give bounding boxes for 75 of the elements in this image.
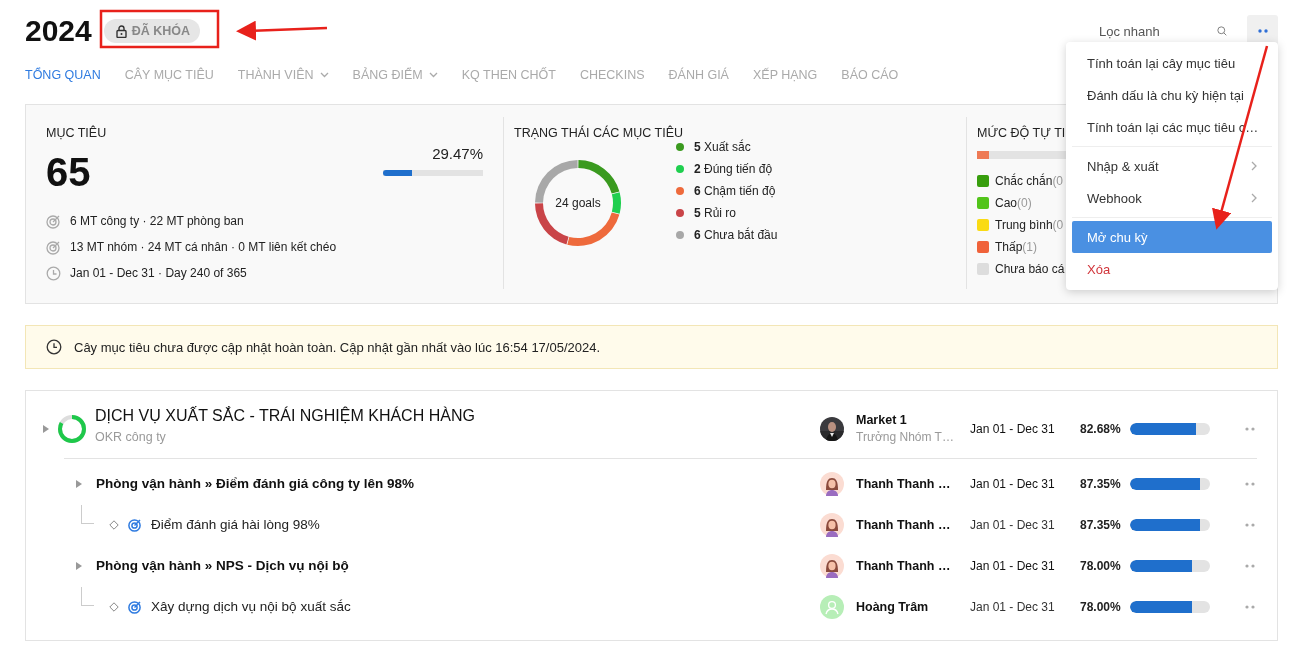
tree-connector — [81, 587, 94, 606]
owner-name: Thanh Thanh … — [856, 558, 951, 573]
objective-type: OKR công ty — [95, 430, 167, 444]
avatar-illustration — [820, 512, 844, 537]
expand-caret-icon[interactable] — [76, 479, 82, 488]
chevron-right-icon — [1251, 161, 1257, 171]
status-legend-text: 2 Đúng tiến độ — [694, 162, 773, 176]
key-result-title[interactable]: Xây dựng dịch vụ nội bộ xuất sắc — [151, 599, 351, 614]
objective-title[interactable]: Phòng vận hành » NPS - Dịch vụ nội bộ — [96, 558, 349, 573]
goal-count: 65 — [46, 150, 92, 195]
confidence-legend-text: Chắc chắn(0 — [995, 174, 1064, 188]
progress-percent: 78.00% — [1080, 558, 1122, 573]
key-result-title[interactable]: Điểm đánh giá hài lòng 98% — [151, 517, 320, 532]
progress-percent: 87.35% — [1080, 476, 1122, 491]
panel-title: MỤC TIÊU — [46, 126, 107, 140]
menu-item[interactable]: Nhập & xuất — [1072, 150, 1272, 182]
progress-percent: 29.47% — [431, 145, 483, 162]
nav-tab[interactable]: TỔNG QUAN — [25, 68, 101, 82]
avatar-placeholder — [820, 594, 844, 619]
lock-icon — [115, 24, 127, 38]
status-legend-text: 5 Rủi ro — [694, 206, 737, 220]
owner-role: Trưởng Nhóm T… — [856, 430, 954, 444]
avatar-illustration — [820, 553, 844, 578]
date-range: Jan 01 - Dec 31 — [970, 421, 1056, 436]
progress-percent: 87.35% — [1080, 517, 1122, 532]
donut-label: 24 goals — [555, 196, 601, 210]
progress-percent: 78.00% — [1080, 599, 1122, 614]
target-icon — [46, 239, 61, 255]
progress-percent: 82.68% — [1080, 421, 1122, 436]
expand-caret-icon[interactable] — [43, 424, 49, 433]
confidence-legend-text: Thấp(1) — [995, 240, 1038, 254]
objective-title[interactable]: DỊCH VỤ XUẤT SẮC - TRÁI NGHIỆM KHÁCH HÀNG — [95, 407, 475, 425]
diamond-icon — [109, 601, 119, 612]
panel-title: TRẠNG THÁI CÁC MỤC TIÊU — [514, 126, 683, 140]
status-legend-text: 6 Chưa bắt đầu — [694, 228, 778, 242]
target-icon — [128, 599, 142, 614]
search-field[interactable]: Lọc nhanh — [1097, 22, 1211, 40]
confidence-legend-text: Cao(0) — [995, 196, 1032, 210]
target-icon — [46, 213, 61, 229]
summary-line: 6 MT công ty · 22 MT phòng ban — [70, 214, 244, 228]
status-legend-text: 5 Xuất sắc — [694, 140, 751, 154]
date-range: Jan 01 - Dec 31 — [970, 558, 1056, 573]
chevron-right-icon — [1251, 193, 1257, 203]
confidence-legend-text: Trung bình(0 — [995, 218, 1064, 232]
expand-caret-icon[interactable] — [76, 561, 82, 570]
tree-connector — [81, 505, 94, 524]
owner-name: Market 1 — [856, 413, 908, 427]
date-range: Jan 01 - Dec 31 — [970, 599, 1056, 614]
status-legend-text: 6 Chậm tiến độ — [694, 184, 776, 198]
avatar-illustration — [820, 471, 844, 496]
menu-item[interactable]: Xóa — [1072, 253, 1272, 285]
target-icon — [128, 517, 142, 532]
page-title: 2024 — [25, 14, 92, 48]
menu-item[interactable]: Webhook — [1072, 182, 1272, 214]
menu-item[interactable]: Mở chu kỳ — [1072, 221, 1272, 253]
search-icon — [1217, 24, 1227, 38]
locked-badge: ĐÃ KHÓA — [103, 19, 201, 43]
date-range: Jan 01 - Dec 31 — [970, 476, 1056, 491]
menu-item[interactable]: Đánh dấu là chu kỳ hiện tại — [1072, 79, 1272, 111]
notice-text: Cây mục tiêu chưa được cập nhật hoàn toàn. Cập nhật gần nhất vào lúc 16:54 17/05/2024. — [74, 339, 601, 355]
confidence-legend-text: Chưa báo cá — [995, 262, 1065, 276]
objective-title[interactable]: Phòng vận hành » Điểm đánh giá công ty lên 98% — [96, 476, 415, 491]
date-range: Jan 01 - Dec 31 — [970, 517, 1056, 532]
clock-icon — [46, 339, 62, 355]
menu-item[interactable]: Tính toán lại cây mục tiêu — [1072, 47, 1272, 79]
panel-title: MỨC ĐỘ TỰ TI — [977, 126, 1066, 140]
clock-icon — [46, 265, 61, 281]
owner-name: Hoàng Trâm — [856, 599, 929, 614]
summary-line: 13 MT nhóm · 24 MT cá nhân · 0 MT liên kết chéo — [70, 240, 337, 254]
diamond-icon — [109, 519, 119, 530]
owner-name: Thanh Thanh … — [856, 476, 951, 491]
owner-name: Thanh Thanh … — [856, 517, 951, 532]
progress-ring — [57, 413, 87, 444]
summary-line: Jan 01 - Dec 31 · Day 240 of 365 — [70, 266, 247, 280]
more-icon — [1257, 29, 1268, 33]
